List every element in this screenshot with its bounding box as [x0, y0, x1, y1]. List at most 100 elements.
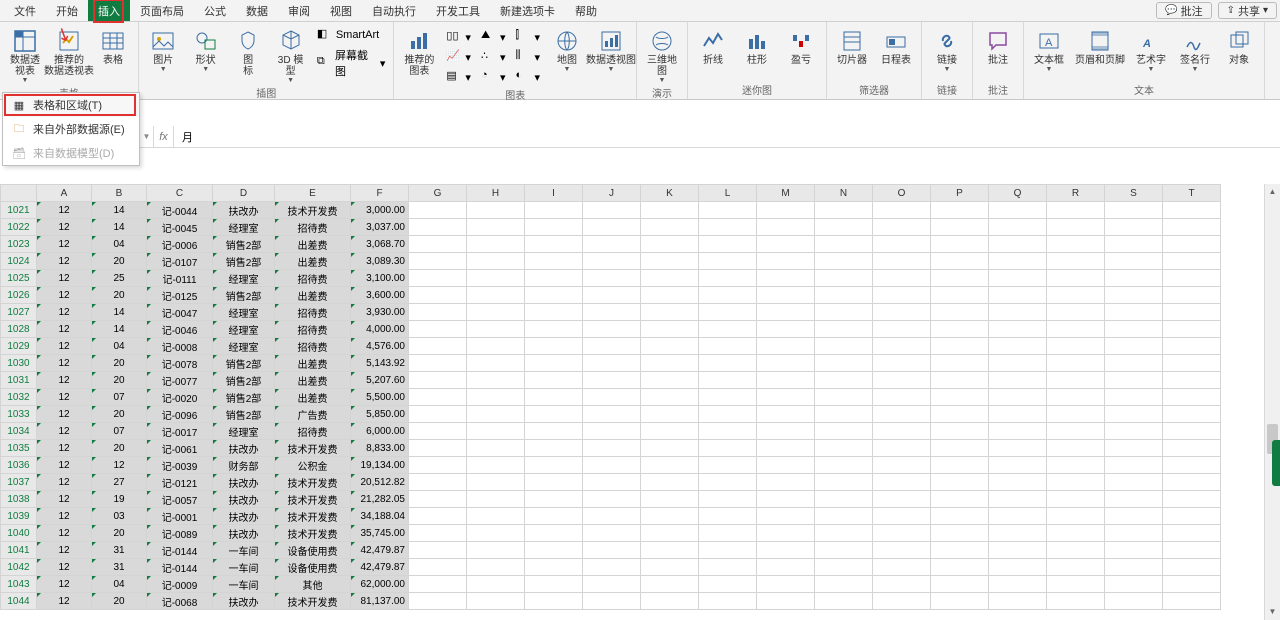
col-header-S[interactable]: S [1105, 185, 1163, 202]
cell[interactable] [931, 457, 989, 474]
menu-tab-1[interactable]: 开始 [46, 0, 88, 21]
col-header-B[interactable]: B [92, 185, 147, 202]
cell[interactable]: 27 [92, 474, 147, 491]
col-header-M[interactable]: M [757, 185, 815, 202]
cell[interactable] [641, 338, 699, 355]
cell[interactable] [873, 338, 931, 355]
cell[interactable] [583, 559, 641, 576]
cell[interactable] [1163, 372, 1221, 389]
cell[interactable] [1047, 593, 1105, 610]
icons-button[interactable]: 图 标 [228, 26, 268, 77]
pictures-button[interactable]: 图片▼ [143, 26, 183, 73]
cell[interactable] [525, 389, 583, 406]
cell[interactable]: 扶改办 [213, 440, 275, 457]
cell[interactable] [815, 372, 873, 389]
table-button[interactable]: 表格 [92, 26, 134, 66]
menu-tab-5[interactable]: 数据 [236, 0, 278, 21]
cell[interactable] [931, 321, 989, 338]
cell[interactable] [757, 457, 815, 474]
share-button[interactable]: ⇪共享▾ [1218, 2, 1277, 19]
cell[interactable] [757, 440, 815, 457]
object-button[interactable]: 对象 [1218, 26, 1260, 66]
cell[interactable] [641, 304, 699, 321]
cell[interactable]: 扶改办 [213, 508, 275, 525]
cell[interactable]: 记-0020 [147, 389, 213, 406]
cell[interactable] [815, 355, 873, 372]
cell[interactable]: 扶改办 [213, 202, 275, 219]
cell[interactable]: 一车间 [213, 559, 275, 576]
cell[interactable] [873, 525, 931, 542]
cell[interactable] [699, 321, 757, 338]
cell[interactable] [1047, 491, 1105, 508]
cell[interactable] [409, 474, 467, 491]
cell[interactable]: 12 [37, 406, 92, 423]
cell[interactable] [989, 440, 1047, 457]
cell[interactable]: 8,833.00 [351, 440, 409, 457]
cell[interactable]: 一车间 [213, 576, 275, 593]
cell[interactable] [1163, 474, 1221, 491]
pivot-table-button[interactable]: 数据透 视表▼ [4, 26, 46, 84]
cell[interactable]: 记-0144 [147, 559, 213, 576]
cell[interactable]: 6,000.00 [351, 423, 409, 440]
cell[interactable]: 招待费 [275, 270, 351, 287]
cell[interactable] [1047, 406, 1105, 423]
cell[interactable] [467, 219, 525, 236]
cell[interactable] [467, 253, 525, 270]
cell[interactable] [757, 542, 815, 559]
cell[interactable] [1105, 440, 1163, 457]
cell[interactable]: 14 [92, 304, 147, 321]
cell[interactable] [1047, 304, 1105, 321]
cell[interactable]: 3,930.00 [351, 304, 409, 321]
3d-map-button[interactable]: 三维地 图▼ [641, 26, 683, 84]
cell[interactable]: 出差费 [275, 389, 351, 406]
cell[interactable] [409, 219, 467, 236]
cell[interactable]: 20 [92, 372, 147, 389]
cell[interactable] [1163, 457, 1221, 474]
cell[interactable] [989, 202, 1047, 219]
cell[interactable]: 技术开发费 [275, 474, 351, 491]
menu-tab-0[interactable]: 文件 [4, 0, 46, 21]
cell[interactable] [989, 219, 1047, 236]
cell[interactable]: 销售2部 [213, 253, 275, 270]
cell[interactable] [757, 389, 815, 406]
row-header[interactable]: 1023 [1, 236, 37, 253]
cell[interactable] [409, 525, 467, 542]
cell[interactable] [1163, 338, 1221, 355]
row-header[interactable]: 1034 [1, 423, 37, 440]
sparkline-col-button[interactable]: 柱形 [736, 26, 778, 66]
cell[interactable] [699, 338, 757, 355]
cell[interactable]: 25 [92, 270, 147, 287]
cell[interactable]: 出差费 [275, 372, 351, 389]
cell[interactable] [989, 304, 1047, 321]
cell[interactable]: 经理室 [213, 321, 275, 338]
cell[interactable] [1105, 474, 1163, 491]
cell[interactable] [989, 491, 1047, 508]
cell[interactable]: 记-0111 [147, 270, 213, 287]
cell[interactable]: 出差费 [275, 287, 351, 304]
cell[interactable] [1163, 236, 1221, 253]
cell[interactable]: 12 [37, 372, 92, 389]
menu-tab-3[interactable]: 页面布局 [130, 0, 194, 21]
cell[interactable] [815, 253, 873, 270]
cell[interactable]: 扶改办 [213, 593, 275, 610]
cell[interactable] [525, 423, 583, 440]
cell[interactable]: 记-0017 [147, 423, 213, 440]
cell[interactable]: 记-0008 [147, 338, 213, 355]
cell[interactable] [467, 593, 525, 610]
row-header[interactable]: 1032 [1, 389, 37, 406]
chart-type-area[interactable]: ⛰▾ [477, 28, 510, 46]
cell[interactable]: 销售2部 [213, 372, 275, 389]
cell[interactable] [641, 219, 699, 236]
cell[interactable]: 技术开发费 [275, 593, 351, 610]
cell[interactable] [1105, 576, 1163, 593]
cell[interactable] [409, 440, 467, 457]
cell[interactable]: 扶改办 [213, 491, 275, 508]
cell[interactable] [1105, 321, 1163, 338]
cell[interactable]: 招待费 [275, 321, 351, 338]
cell[interactable] [873, 202, 931, 219]
cell[interactable] [873, 355, 931, 372]
col-header-H[interactable]: H [467, 185, 525, 202]
comment-button[interactable]: 批注 [977, 26, 1019, 66]
cell[interactable] [989, 372, 1047, 389]
cell[interactable] [931, 372, 989, 389]
